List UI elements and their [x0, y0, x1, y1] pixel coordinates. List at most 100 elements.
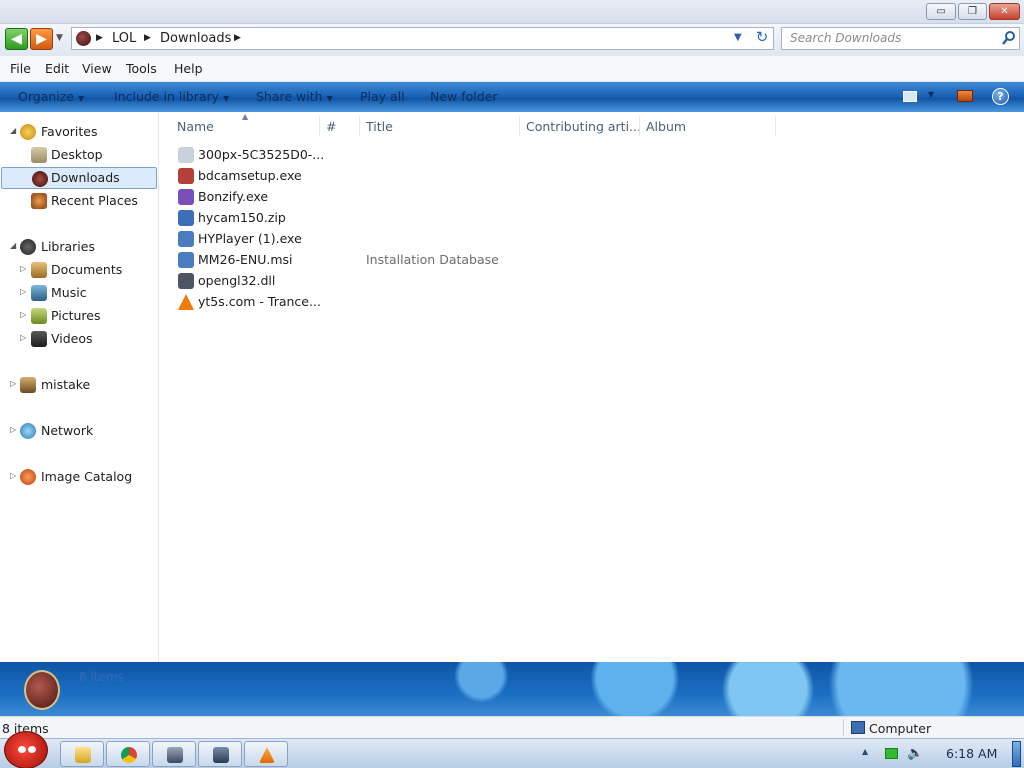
sidebar-item-downloads[interactable]: Downloads [1, 167, 157, 189]
share-with-button[interactable]: Share with ▼ [256, 89, 333, 104]
collapse-icon[interactable]: ◢ [10, 126, 16, 135]
file-row[interactable]: HYPlayer (1).exe [176, 229, 1016, 250]
tree-libraries[interactable]: ◢ Libraries [0, 236, 159, 258]
column-header-title[interactable]: Title [366, 119, 393, 134]
address-bar[interactable]: ▶ LOL ▶ Downloads ▶ ▼ [71, 27, 774, 50]
expand-icon[interactable]: ▷ [10, 425, 16, 434]
taskbar-app-2[interactable] [198, 741, 242, 767]
show-hidden-icons-icon[interactable]: ▲ [862, 747, 868, 756]
dll-file-icon [178, 273, 194, 289]
expand-icon[interactable]: ▷ [10, 471, 16, 480]
breadcrumb-lol[interactable]: LOL [112, 31, 136, 46]
column-divider[interactable] [359, 116, 360, 136]
start-button[interactable] [4, 731, 48, 768]
maximize-button[interactable]: ❐ [958, 3, 987, 20]
chevron-down-icon: ▼ [223, 94, 230, 103]
file-name: MM26-ENU.msi [198, 252, 293, 267]
new-folder-button[interactable]: New folder [430, 89, 498, 104]
expand-icon[interactable]: ▷ [20, 310, 26, 319]
organize-button[interactable]: Organize ▼ [18, 89, 84, 104]
file-row[interactable]: 300px-5C3525D0-... [176, 145, 1016, 166]
change-view-icon[interactable] [903, 91, 917, 102]
address-dropdown-icon[interactable]: ▼ [734, 32, 742, 43]
minimize-button[interactable]: ▭ [926, 3, 956, 20]
volume-icon[interactable]: 🔈 [907, 746, 923, 761]
folder-location-icon [76, 31, 91, 46]
sidebar-item-mistake[interactable]: ▷ mistake [0, 374, 159, 396]
network-status-icon[interactable] [885, 748, 898, 759]
column-header-name[interactable]: Name [177, 119, 214, 134]
file-row[interactable]: bdcamsetup.exe [176, 166, 1016, 187]
collapse-icon[interactable]: ◢ [10, 241, 16, 250]
desktop-icon [31, 147, 47, 163]
tree-label: Pictures [51, 308, 101, 323]
folder-thumbnail-icon [24, 670, 60, 710]
command-bar: Organize ▼ Include in library ▼ Share with… [0, 82, 1024, 112]
close-button[interactable]: ✕ [989, 3, 1020, 20]
column-header-album[interactable]: Album [646, 119, 686, 134]
sidebar-item-videos[interactable]: ▷ Videos [0, 328, 159, 350]
tree-label: Downloads [51, 170, 120, 185]
sidebar-item-desktop[interactable]: Desktop [0, 144, 159, 166]
menu-tools[interactable]: Tools [126, 61, 157, 76]
image-file-icon [178, 147, 194, 163]
breadcrumb-downloads[interactable]: Downloads [160, 31, 231, 46]
tree-favorites[interactable]: ◢ Favorites [0, 121, 159, 143]
sidebar-item-network[interactable]: ▷ Network [0, 420, 159, 442]
taskbar-chrome[interactable] [106, 741, 150, 767]
taskbar-vlc[interactable] [244, 741, 288, 767]
column-divider[interactable] [319, 116, 320, 136]
menu-view[interactable]: View [82, 61, 112, 76]
view-options-dropdown-icon[interactable]: ▼ [928, 90, 934, 99]
menu-edit[interactable]: Edit [45, 61, 69, 76]
documents-icon [31, 262, 47, 278]
status-location: Computer [869, 721, 932, 736]
chevron-down-icon: ▼ [78, 94, 85, 103]
breadcrumb-separator-icon[interactable]: ▶ [234, 33, 241, 43]
expand-icon[interactable]: ▷ [20, 287, 26, 296]
column-divider[interactable] [519, 116, 520, 136]
search-box[interactable] [781, 27, 1020, 50]
tree-label: Libraries [41, 239, 95, 254]
file-row[interactable]: Bonzify.exe [176, 187, 1016, 208]
forward-button[interactable]: ▶ [30, 28, 53, 50]
column-header-contributing-artists[interactable]: Contributing arti... [526, 119, 641, 134]
refresh-icon: ↻ [755, 28, 769, 46]
sidebar-item-music[interactable]: ▷ Music [0, 282, 159, 304]
tree-label: Favorites [41, 124, 98, 139]
column-divider[interactable] [639, 116, 640, 136]
breadcrumb-separator-icon[interactable]: ▶ [144, 33, 151, 43]
preview-pane-icon[interactable] [957, 90, 973, 102]
taskbar-app-1[interactable] [152, 741, 196, 767]
play-all-button[interactable]: Play all [360, 89, 405, 104]
clock[interactable]: 6:18 AM [946, 746, 997, 761]
breadcrumb-separator-icon[interactable]: ▶ [96, 33, 103, 43]
help-icon[interactable]: ? [992, 88, 1009, 105]
include-in-library-button[interactable]: Include in library ▼ [114, 89, 229, 104]
refresh-button[interactable]: ↻ [751, 27, 773, 49]
expand-icon[interactable]: ▷ [10, 379, 16, 388]
search-icon[interactable] [1002, 30, 1016, 46]
sidebar-item-pictures[interactable]: ▷ Pictures [0, 305, 159, 327]
sidebar-item-image-catalog[interactable]: ▷ Image Catalog [0, 466, 159, 488]
expand-icon[interactable]: ▷ [20, 333, 26, 342]
taskbar: ▲ 🔈 6:18 AM [0, 731, 1024, 768]
taskbar-explorer[interactable] [60, 741, 104, 767]
column-header-number[interactable]: # [326, 119, 336, 134]
show-desktop-button[interactable] [1012, 741, 1021, 767]
menu-file[interactable]: File [10, 61, 31, 76]
menu-help[interactable]: Help [174, 61, 203, 76]
search-input[interactable] [790, 31, 995, 45]
folder-icon [75, 747, 91, 763]
file-row[interactable]: opengl32.dll [176, 271, 1016, 292]
file-row[interactable]: yt5s.com - Trance... [176, 292, 1016, 313]
file-row[interactable]: hycam150.zip [176, 208, 1016, 229]
sidebar-item-documents[interactable]: ▷ Documents [0, 259, 159, 281]
recent-pages-dropdown[interactable]: ▼ [56, 33, 63, 43]
details-item-count: 8 items [79, 670, 124, 684]
back-button[interactable]: ◀ [5, 28, 28, 50]
expand-icon[interactable]: ▷ [20, 264, 26, 273]
file-row[interactable]: MM26-ENU.msi Installation Database [176, 250, 1016, 271]
sidebar-item-recent-places[interactable]: Recent Places [0, 190, 159, 212]
column-divider[interactable] [775, 116, 776, 136]
